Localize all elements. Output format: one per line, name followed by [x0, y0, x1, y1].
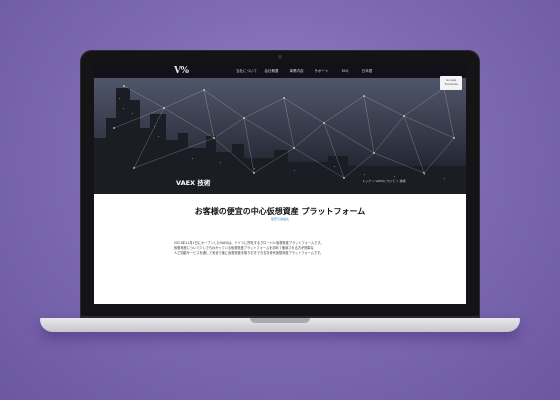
nav-item-faq[interactable]: FAQ	[334, 64, 356, 78]
hero-banner: VAEX 技術 トップ > VAEXについて > 技術	[94, 78, 466, 194]
breadcrumb[interactable]: トップ > VAEXについて > 技術	[362, 179, 406, 183]
main-content: お客様の便宜の中心仮想資産 プラットフォーム 販売元連絡先 2021年11月1日…	[94, 194, 466, 304]
laptop-base	[40, 318, 520, 332]
nav-item-support[interactable]: サポート	[309, 64, 334, 78]
site-logo[interactable]: V%	[174, 66, 189, 76]
nav-item-company[interactable]: 会社概要	[259, 64, 284, 78]
city-network-image	[94, 78, 466, 194]
page-subheading[interactable]: 販売元連絡先	[94, 217, 466, 221]
site-nav: V% 当社について 会社概要 事業内容 サポート FAQ 日本語	[94, 64, 466, 78]
translate-label-line2: Translate	[444, 82, 458, 86]
laptop-base-notch	[250, 318, 310, 323]
nav-item-about[interactable]: 当社について	[234, 64, 259, 78]
hero-title: VAEX 技術	[176, 179, 211, 187]
google-translate-button[interactable]: Google Translate	[440, 76, 462, 90]
laptop-screen: V% 当社について 会社概要 事業内容 サポート FAQ 日本語 VAEX 技術…	[94, 64, 466, 304]
page-heading: お客様の便宜の中心仮想資産 プラットフォーム	[194, 207, 366, 216]
nav-menu: 当社について 会社概要 事業内容 サポート FAQ 日本語	[234, 64, 378, 78]
intro-paragraph: 2021年11月1日にオープンしたVAEXは、ドイツに所在するグローバル仮想資産…	[174, 241, 394, 256]
webcam-icon	[278, 55, 282, 59]
nav-item-language[interactable]: 日本語	[356, 64, 378, 78]
nav-item-business[interactable]: 事業内容	[284, 64, 309, 78]
paragraph-line: 人工知能サービスを通して安全で楽に仮想資産を取り引きできる次世代仮想資産プラット…	[174, 251, 324, 255]
